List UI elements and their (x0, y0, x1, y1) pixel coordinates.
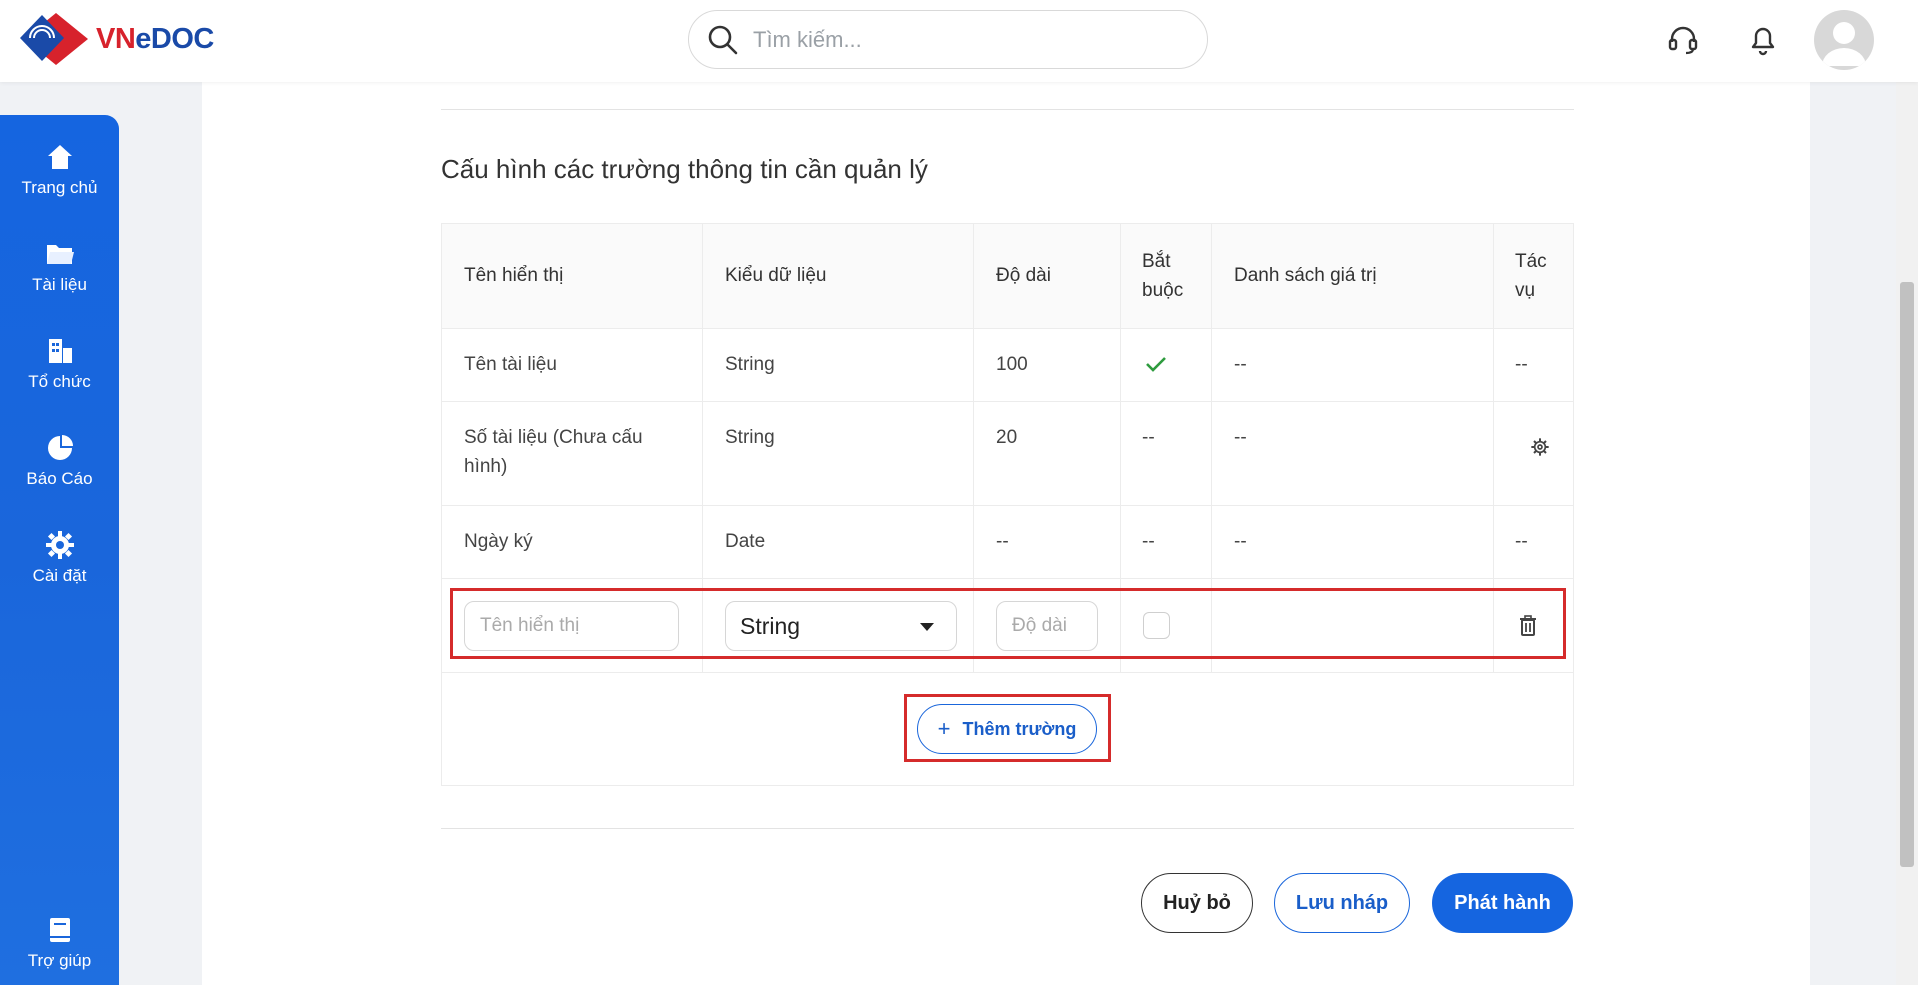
highlight-new-row (450, 588, 1566, 659)
sidebar-item-organization[interactable]: Tổ chức (0, 336, 119, 392)
search-bar[interactable] (688, 10, 1208, 69)
table-row-2-values: -- (1234, 427, 1247, 448)
table-row-2-required: -- (1142, 427, 1155, 448)
sidebar: Trang chủ Tài liệu Tổ chức Báo Cáo Cài đ… (0, 115, 119, 985)
settings-icon[interactable] (1530, 437, 1550, 457)
row-separator (442, 505, 1573, 506)
section-title: Cấu hình các trường thông tin cần quản l… (441, 154, 928, 184)
table-row-1-length: 100 (996, 354, 1028, 375)
table-row-1-action: -- (1515, 354, 1528, 375)
pie-chart-icon (47, 435, 73, 460)
table-row-3-action: -- (1515, 531, 1528, 552)
header-length: Độ dài (996, 265, 1051, 286)
sidebar-item-label: Cài đặt (32, 566, 87, 585)
sidebar-item-label: Tài liệu (32, 275, 87, 294)
cancel-button[interactable]: Huỷ bỏ (1141, 873, 1253, 933)
header-name: Tên hiển thị (464, 265, 564, 286)
sidebar-item-label: Trang chủ (21, 178, 98, 197)
sidebar-item-reports[interactable]: Báo Cáo (0, 433, 119, 489)
row-separator (442, 672, 1573, 673)
building-icon (48, 339, 72, 363)
bell-icon[interactable] (1743, 20, 1783, 60)
gear-icon (45, 531, 74, 559)
search-input[interactable] (753, 26, 1173, 53)
save-draft-button[interactable]: Lưu nháp (1274, 873, 1410, 933)
table-row-3-required: -- (1142, 531, 1155, 552)
headset-icon[interactable] (1663, 20, 1703, 60)
search-icon (708, 25, 738, 54)
table-row-2-type: String (725, 427, 775, 448)
publish-button[interactable]: Phát hành (1432, 873, 1573, 933)
row-separator (442, 328, 1573, 329)
logo-text: VNeDOC (96, 22, 214, 55)
table-row-1-name: Tên tài liệu (464, 354, 557, 375)
home-icon (47, 145, 72, 169)
table-row-3-name: Ngày ký (464, 531, 533, 552)
table-row-3-type: Date (725, 531, 766, 552)
table-row-2-length: 20 (996, 427, 1018, 448)
table-row-1-values: -- (1234, 354, 1247, 375)
table-row-3-length: -- (996, 531, 1009, 552)
table-row-3-values: -- (1234, 531, 1247, 552)
sidebar-item-label: Trợ giúp (27, 951, 92, 970)
check-icon (1146, 357, 1166, 372)
highlight-add-button (904, 694, 1111, 762)
avatar[interactable] (1814, 10, 1874, 70)
sidebar-item-home[interactable]: Trang chủ (0, 142, 119, 198)
header-type: Kiểu dữ liệu (725, 265, 827, 286)
sidebar-item-documents[interactable]: Tài liệu (0, 239, 119, 295)
sidebar-item-settings[interactable]: Cài đặt (0, 530, 119, 586)
header-values: Danh sách giá trị (1234, 265, 1377, 286)
sidebar-item-label: Báo Cáo (26, 469, 93, 488)
sidebar-item-help[interactable]: Trợ giúp (0, 915, 119, 971)
table-row-2-name: Số tài liệu (Chưa cấu hình) (464, 427, 643, 477)
book-icon (49, 918, 70, 942)
row-separator (442, 578, 1573, 579)
divider (441, 828, 1574, 829)
table-row-1-type: String (725, 354, 775, 375)
scrollbar[interactable] (1896, 82, 1918, 985)
top-header: VNeDOC (0, 0, 1918, 82)
row-separator (442, 401, 1573, 402)
header-actions: Tác vụ (1515, 251, 1547, 301)
folder-icon (46, 245, 74, 264)
sidebar-item-label: Tổ chức (28, 372, 91, 391)
scrollbar-thumb[interactable] (1900, 282, 1914, 867)
logo[interactable]: VNeDOC (20, 10, 214, 68)
header-required: Bắt buộc (1142, 251, 1184, 301)
logo-mark (20, 10, 92, 68)
divider (441, 109, 1574, 110)
